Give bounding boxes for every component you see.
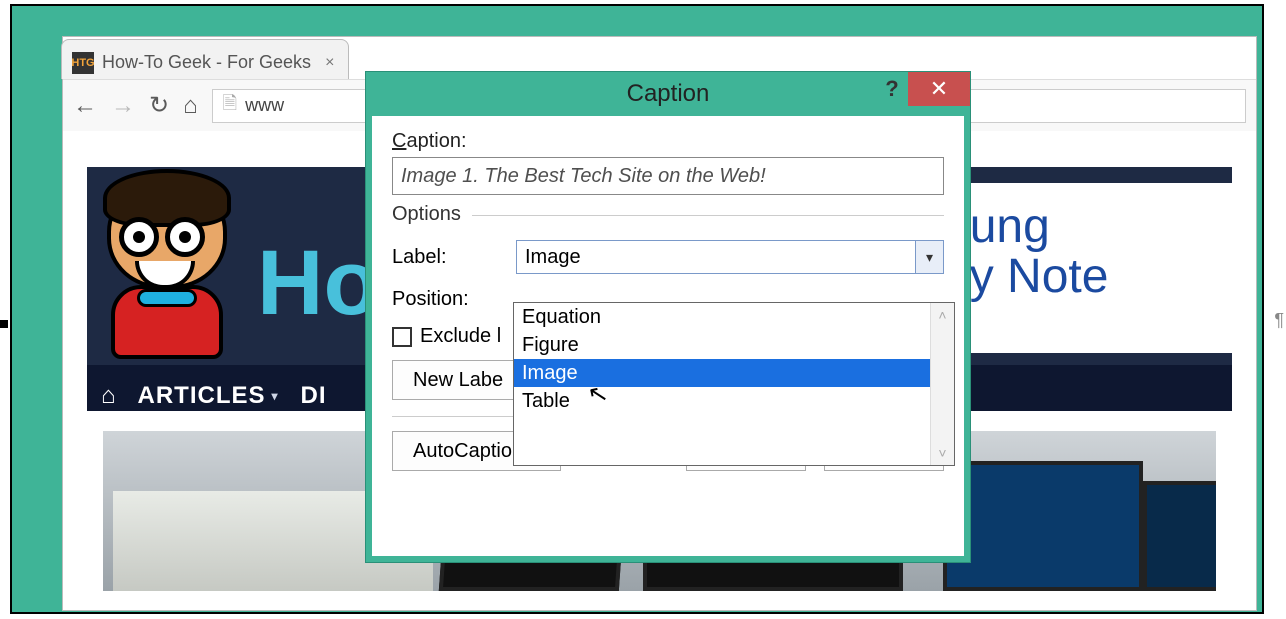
tab-close-icon[interactable]: ×: [325, 54, 334, 72]
selection-handle: [0, 320, 8, 328]
label-row-label: Label:: [392, 246, 504, 269]
label-combobox-value: Image: [525, 246, 581, 269]
close-button[interactable]: ✕: [908, 72, 970, 106]
scroll-up-icon[interactable]: ˄: [938, 307, 946, 323]
dropdown-item-image[interactable]: Image: [514, 359, 930, 387]
tab-title: How-To Geek - For Geeks: [102, 52, 311, 73]
nav-item-label: ARTICLES: [138, 382, 266, 410]
nav-home-icon[interactable]: ⌂: [101, 382, 116, 410]
exclude-checkbox[interactable]: [392, 327, 412, 347]
favicon-icon: HTG: [72, 52, 94, 74]
back-icon[interactable]: ←: [73, 92, 97, 120]
browser-tab[interactable]: HTG How-To Geek - For Geeks ×: [61, 39, 349, 79]
dropdown-item-equation[interactable]: Equation: [514, 303, 930, 331]
pilcrow-mark: ¶: [1274, 310, 1284, 331]
scroll-down-icon[interactable]: ˅: [938, 445, 946, 461]
home-icon[interactable]: ⌂: [183, 92, 198, 120]
exclude-label: Exclude l: [420, 325, 501, 348]
nav-item-second[interactable]: DI: [301, 382, 327, 410]
caption-label: Caption:: [392, 130, 944, 153]
url-text: www: [245, 95, 284, 116]
nav-item-articles[interactable]: ARTICLES ▾: [138, 382, 279, 410]
dialog-titlebar[interactable]: Caption ? ✕: [366, 72, 970, 116]
close-icon: ✕: [930, 76, 948, 102]
new-label-text: New Labe: [413, 369, 503, 392]
new-label-button[interactable]: New Labe: [392, 360, 524, 400]
reload-icon[interactable]: ↻: [149, 91, 169, 120]
options-group-label: Options: [392, 203, 944, 226]
position-row-label: Position:: [392, 288, 504, 311]
mascot-illustration: [97, 169, 247, 359]
forward-icon[interactable]: →: [111, 92, 135, 120]
label-dropdown-list[interactable]: EquationFigureImageTable ˄ ˅: [513, 302, 955, 466]
caption-input[interactable]: [392, 157, 944, 195]
options-text: Options: [392, 203, 461, 225]
label-combobox[interactable]: Image ▾: [516, 240, 944, 274]
combobox-dropdown-button[interactable]: ▾: [915, 241, 943, 273]
tab-strip: HTG How-To Geek - For Geeks ×: [61, 35, 349, 79]
chevron-down-icon: ▾: [926, 249, 933, 266]
dialog-title: Caption: [627, 80, 710, 108]
screenshot-frame: HTG How-To Geek - For Geeks × ← → ↻ ⌂ 🗎 …: [10, 4, 1264, 614]
chevron-down-icon: ▾: [272, 389, 279, 403]
dropdown-scrollbar[interactable]: ˄ ˅: [930, 303, 954, 465]
dropdown-item-table[interactable]: Table: [514, 387, 930, 415]
page-icon: 🗎: [223, 91, 237, 121]
dropdown-item-figure[interactable]: Figure: [514, 331, 930, 359]
label-row: Label: Image ▾: [392, 240, 944, 274]
